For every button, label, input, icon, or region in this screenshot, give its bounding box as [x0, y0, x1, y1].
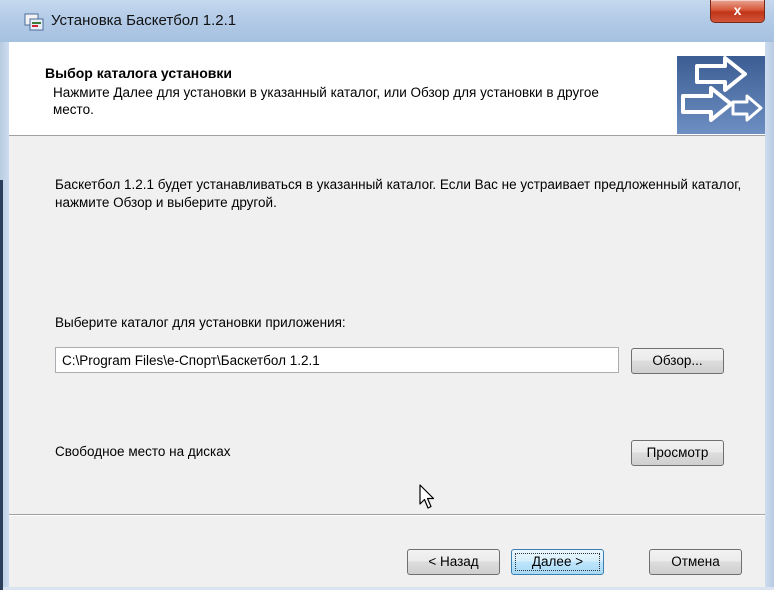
page-subtitle: Нажмите Далее для установки в указанный … — [53, 85, 599, 117]
install-dir-label: Выберите каталог для установки приложени… — [55, 315, 346, 330]
installer-window: Установка Баскетбол 1.2.1 x Выбор катало… — [0, 0, 774, 590]
cancel-button[interactable]: Отмена — [649, 549, 742, 575]
close-button[interactable]: x — [710, 0, 765, 23]
view-disk-space-button[interactable]: Просмотр — [631, 440, 724, 466]
arrows-logo-icon — [677, 56, 765, 134]
focus-rectangle — [515, 553, 600, 571]
install-dir-input[interactable] — [55, 347, 619, 373]
installer-icon — [24, 13, 44, 31]
title-bar[interactable]: Установка Баскетбол 1.2.1 x — [0, 0, 774, 43]
background-window-edge — [0, 180, 3, 590]
wizard-header: Выбор каталога установки Нажмите Далее д… — [9, 42, 765, 136]
next-button[interactable]: Далее > — [511, 549, 604, 575]
wizard-client-area: Выбор каталога установки Нажмите Далее д… — [9, 42, 765, 587]
page-title: Выбор каталога установки — [45, 65, 233, 81]
back-button[interactable]: < Назад — [407, 549, 500, 575]
disk-space-label: Свободное место на дисках — [55, 444, 231, 459]
window-frame-right — [765, 42, 774, 587]
intro-text: Баскетбол 1.2.1 будет устанавливаться в … — [55, 177, 742, 210]
mouse-pointer-icon — [419, 484, 435, 509]
window-title: Установка Баскетбол 1.2.1 — [51, 12, 237, 29]
footer-separator — [9, 514, 765, 516]
browse-button[interactable]: Обзор... — [631, 348, 724, 374]
